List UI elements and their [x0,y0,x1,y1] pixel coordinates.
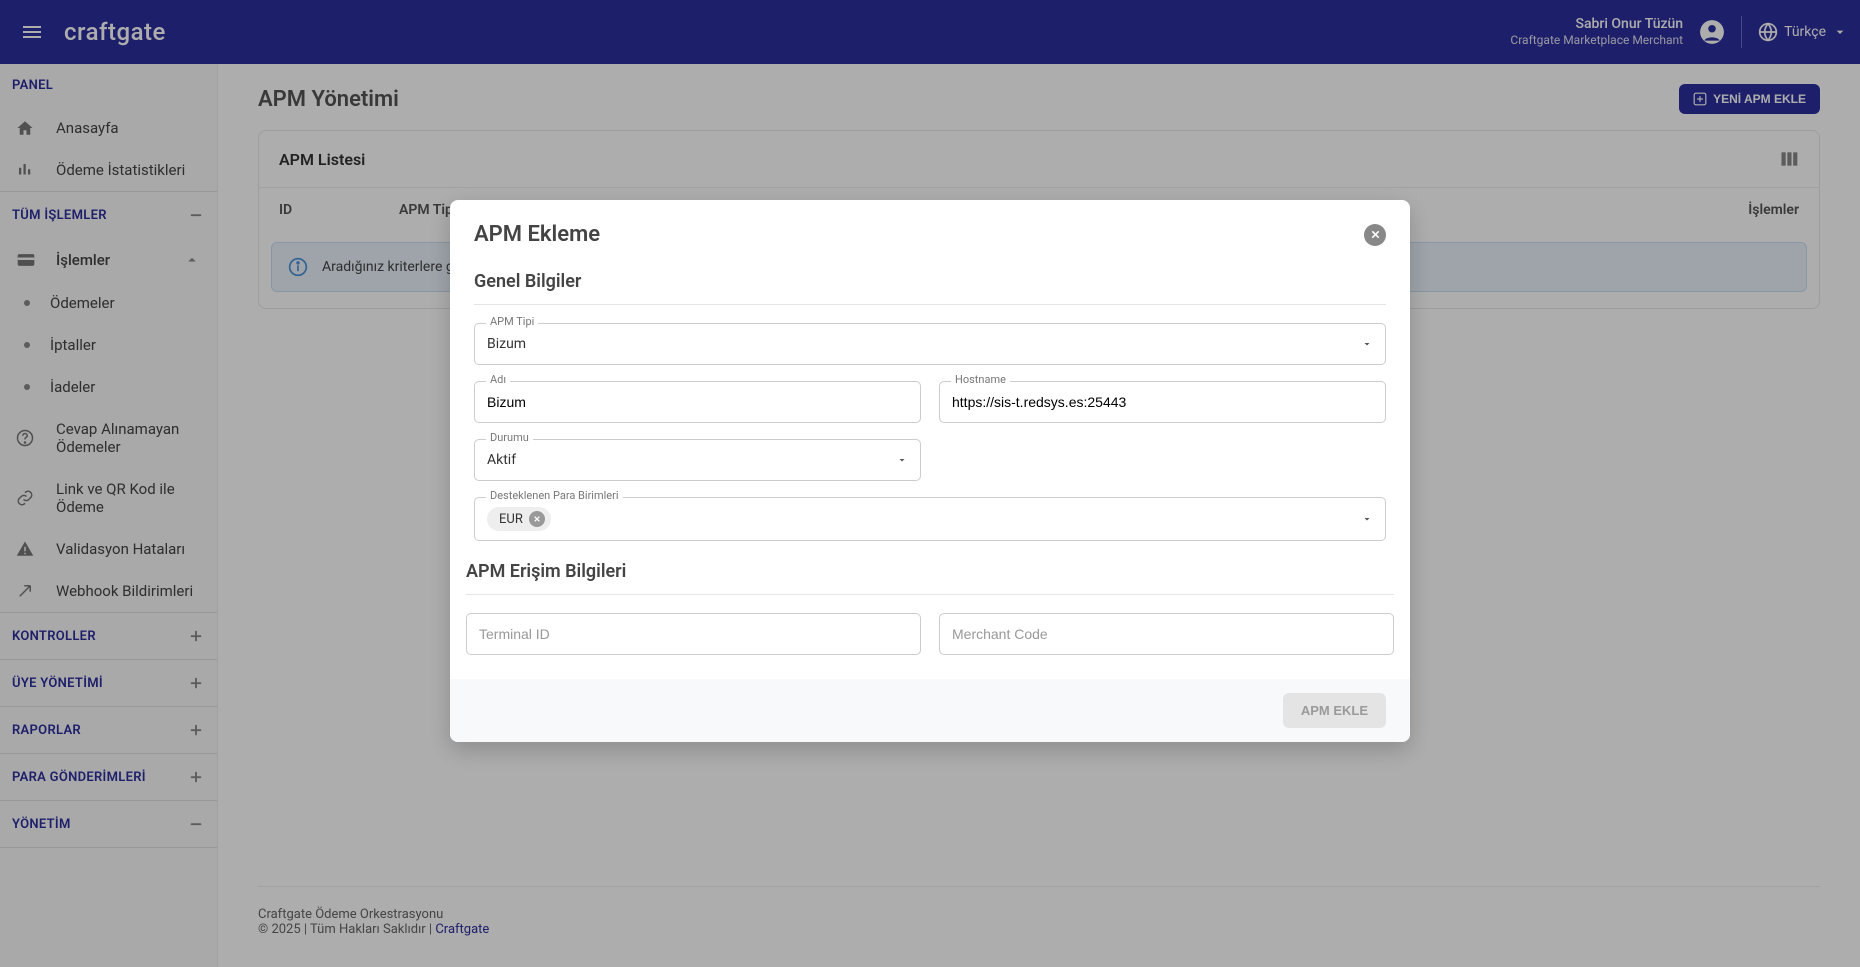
chevron-down-icon [1361,513,1373,525]
chip-label: EUR [499,512,523,527]
section-general-title: Genel Bilgiler [474,271,1386,292]
hostname-label: Hostname [951,373,1010,386]
apm-type-value: Bizum [487,336,526,352]
name-input[interactable] [474,381,921,423]
close-button[interactable] [1364,224,1386,246]
name-label: Adı [486,373,510,386]
chip-remove-icon[interactable] [529,511,545,527]
hostname-input[interactable] [939,381,1386,423]
apm-type-select[interactable]: Bizum [474,323,1386,365]
terminal-id-input[interactable] [466,613,921,655]
currencies-select[interactable]: EUR [474,497,1386,541]
status-value: Aktif [487,452,516,468]
currency-chip: EUR [487,507,551,531]
section-access-title: APM Erişim Bilgileri [466,561,1394,582]
apm-type-label: APM Tipi [486,315,538,328]
chevron-down-icon [1361,338,1373,350]
section-divider [474,304,1386,305]
modal-title: APM Ekleme [474,222,600,247]
modal-overlay[interactable]: APM Ekleme Genel Bilgiler APM Tipi Bizum [0,0,1860,967]
chevron-down-icon [896,454,908,466]
section-divider [466,594,1394,595]
status-select[interactable]: Aktif [474,439,921,481]
currencies-label: Desteklenen Para Birimleri [486,489,623,502]
apm-add-modal: APM Ekleme Genel Bilgiler APM Tipi Bizum [450,200,1410,742]
status-label: Durumu [486,431,533,444]
submit-button[interactable]: APM EKLE [1283,693,1386,728]
close-icon [1370,229,1381,240]
merchant-code-input[interactable] [939,613,1394,655]
